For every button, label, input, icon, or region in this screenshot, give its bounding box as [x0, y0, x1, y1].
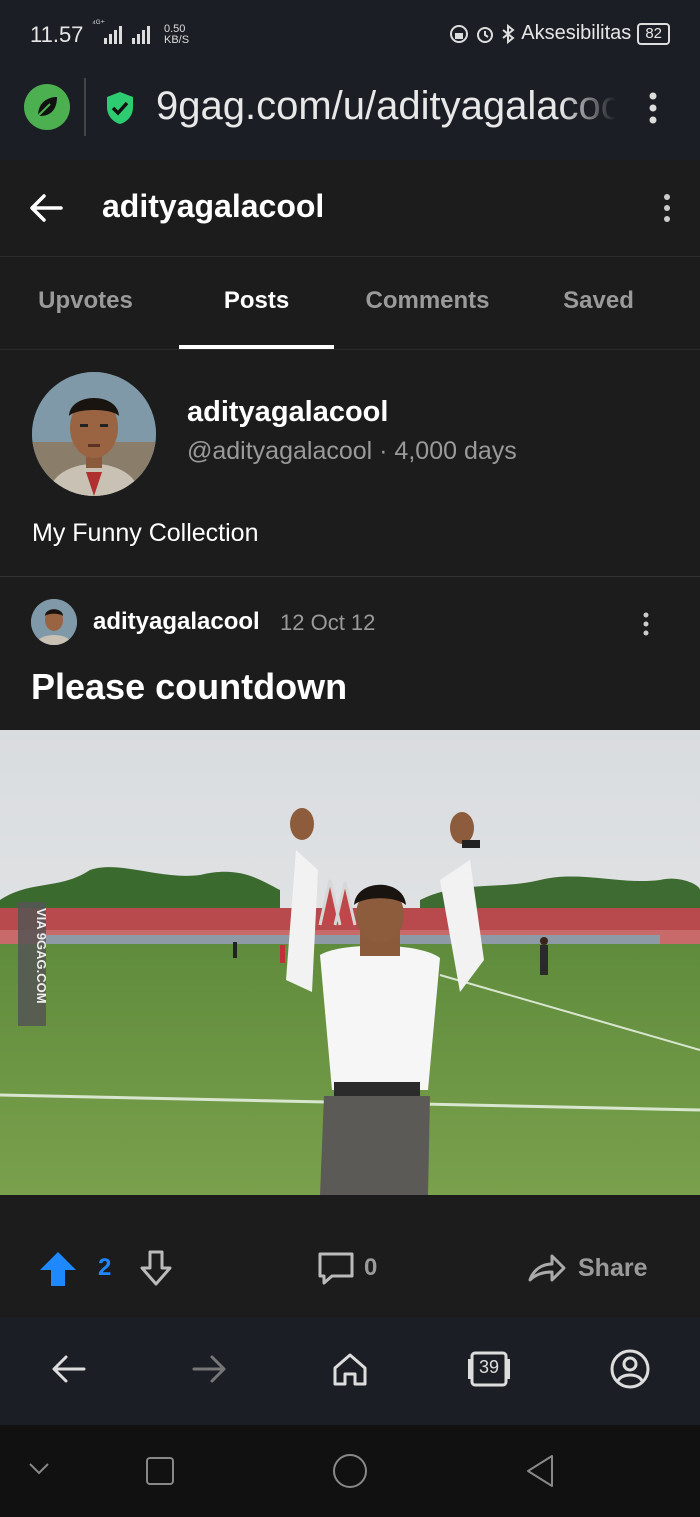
browser-forward-icon[interactable]	[190, 1351, 228, 1387]
browser-home-icon[interactable]	[331, 1350, 369, 1388]
share-button[interactable]: Share	[578, 1254, 647, 1283]
url-text[interactable]: 9gag.com/u/adityagalacool	[156, 84, 616, 129]
tab-posts[interactable]: Posts	[171, 257, 342, 349]
share-icon[interactable]	[526, 1252, 568, 1284]
comment-icon[interactable]	[316, 1250, 356, 1286]
profile-name: adityagalacool	[187, 396, 389, 428]
status-time: 11.57	[30, 22, 84, 47]
url-separator	[84, 78, 86, 136]
profile-account-icon[interactable]	[609, 1348, 651, 1390]
profile-tabs: Upvotes Posts Comments Saved	[0, 257, 700, 350]
tab-comments[interactable]: Comments	[342, 257, 513, 349]
system-back-icon[interactable]	[524, 1453, 556, 1489]
browser-tabs-button[interactable]: 39	[466, 1349, 512, 1389]
downvote-icon[interactable]	[136, 1248, 176, 1288]
alarm-icon	[477, 26, 494, 43]
profile-bio: My Funny Collection	[32, 519, 259, 547]
accessibility-label: Aksesibilitas	[521, 22, 632, 44]
network-type: ⁴ᴳ⁺	[92, 18, 106, 28]
tab-upvotes[interactable]: Upvotes	[0, 257, 171, 349]
network-speed-unit: KB/S	[164, 34, 190, 46]
tab-count: 39	[478, 1357, 500, 1377]
post-author-avatar[interactable]	[31, 599, 77, 645]
nav-collapse-icon[interactable]	[28, 1462, 50, 1476]
profile-handle: @adityagalacool · 4,000 days	[187, 437, 517, 465]
status-right: Aksesibilitas 82	[449, 22, 670, 45]
page-title: adityagalacool	[102, 188, 325, 224]
more-options-icon[interactable]	[658, 192, 676, 224]
post-date: 12 Oct 12	[280, 610, 376, 635]
system-home-icon[interactable]	[331, 1452, 369, 1490]
browser-menu-icon[interactable]	[642, 90, 664, 126]
post-title[interactable]: Please countdown	[31, 666, 347, 708]
browser-back-icon[interactable]	[50, 1351, 88, 1387]
tab-saved[interactable]: Saved	[513, 257, 684, 349]
recent-apps-icon[interactable]	[145, 1456, 175, 1486]
secure-shield-icon[interactable]	[104, 90, 136, 126]
network-speed: 0.50 KB/S	[164, 24, 194, 46]
comment-count: 0	[364, 1254, 378, 1281]
upvote-icon[interactable]	[38, 1248, 78, 1288]
battery-indicator: 82	[637, 22, 670, 45]
browser-leaf-icon[interactable]	[24, 84, 70, 130]
lock-rotation-icon	[450, 24, 469, 43]
avatar[interactable]	[32, 372, 156, 496]
post-image[interactable]: VIA 9GAG.COM	[0, 730, 700, 1195]
back-arrow-icon[interactable]	[28, 190, 64, 226]
bluetooth-icon	[502, 23, 515, 44]
post-options-icon[interactable]	[640, 612, 652, 636]
post-author[interactable]: adityagalacool	[93, 608, 260, 636]
upvote-count: 2	[98, 1254, 112, 1281]
watermark-text: VIA 9GAG.COM	[34, 908, 49, 1004]
